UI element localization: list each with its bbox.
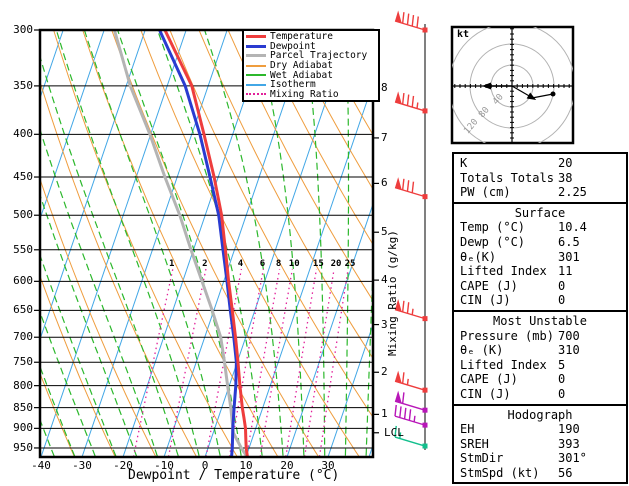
- panel-row-value: 38: [558, 170, 573, 185]
- panel-row: StmSpd (kt) 56: [454, 466, 626, 481]
- panel-row: SREH 393: [454, 437, 626, 452]
- panel-row: CAPE (J) 0: [454, 279, 626, 294]
- mixing-ratio-axis-title: Mixing Ratio (g/kg): [386, 230, 399, 356]
- legend-swatch-parcel-trajectory: [246, 54, 266, 58]
- panel-row-value: 6.5: [558, 234, 580, 249]
- legend-swatch-isotherm: [246, 83, 266, 86]
- panel-row-value: 0: [558, 372, 566, 387]
- legend-item: Mixing Ratio: [246, 90, 378, 100]
- panel-row: CAPE (J) 0: [454, 372, 626, 387]
- panel-row-value: 0: [558, 386, 566, 401]
- panel-row-value: 2.25: [558, 185, 587, 200]
- panel-row: Pressure (mb) 700: [454, 329, 626, 344]
- panel-row-label: Totals Totals: [460, 170, 554, 185]
- panel-row-value: 301: [558, 249, 580, 264]
- panel-row-value: 0: [558, 278, 566, 293]
- panel-row-label: Dewp (°C): [460, 234, 526, 249]
- panel-row-value: 393: [558, 436, 580, 451]
- panel-row-value: 5: [558, 357, 566, 372]
- legend-swatch-wet-adiabat: [246, 74, 266, 77]
- panel-row-label: CIN (J): [460, 386, 511, 401]
- panel-row: CIN (J) 0: [454, 387, 626, 402]
- panel-row-label: StmSpd (kt): [460, 465, 540, 480]
- panel-row-label: EH: [460, 422, 475, 437]
- legend: Temperature Dewpoint Parcel Trajectory Dry …: [242, 29, 380, 103]
- legend-swatch-mixing-ratio: [246, 93, 266, 96]
- panel-row-label: Lifted Index: [460, 264, 547, 279]
- panel-box-most-unstable: Most Unstable Pressure (mb) 700 θₑ (K) 310 Li…: [452, 309, 628, 406]
- panel-row-label: SREH: [460, 436, 489, 451]
- panel-row: StmDir 301°: [454, 451, 626, 466]
- legend-label: Dry Adiabat: [270, 60, 333, 72]
- panel-row-label: Lifted Index: [460, 357, 547, 372]
- legend-label: Temperature: [270, 31, 333, 43]
- panel-row-label: Pressure (mb): [460, 328, 554, 343]
- panel-row: Lifted Index 11: [454, 264, 626, 279]
- panel-row-label: StmDir: [460, 451, 504, 466]
- panel-row-label: θₑ(K): [460, 249, 497, 264]
- panel-row-value: 301°: [558, 451, 587, 466]
- panel-row-value: 20: [558, 156, 573, 170]
- panel-row: θₑ (K) 310: [454, 343, 626, 358]
- panel-row: Temp (°C) 10.4: [454, 220, 626, 235]
- legend-label: Isotherm: [270, 79, 316, 91]
- hodograph-unit-label: kt: [457, 29, 470, 40]
- legend-item: Dry Adiabat: [246, 61, 378, 71]
- panel-section-title: Hodograph: [507, 407, 573, 422]
- legend-swatch-dewpoint: [246, 44, 266, 48]
- legend-label: Mixing Ratio: [270, 88, 339, 100]
- stats-panel: K 20 Totals Totals 38 PW (cm) 2.25 Surface Temp…: [452, 152, 628, 485]
- panel-section-title: Most Unstable: [493, 313, 587, 328]
- panel-row-value: 10.4: [558, 220, 587, 235]
- panel-section-title: Surface: [514, 205, 566, 220]
- panel-row-label: Temp (°C): [460, 220, 526, 235]
- panel-row: θₑ(K) 301: [454, 250, 626, 265]
- panel-row-label: θₑ (K): [460, 343, 504, 358]
- panel-row-label: PW (cm): [460, 185, 511, 200]
- panel-box-surface: Surface Temp (°C) 10.4 Dewp (°C) 6.5 θₑ(K) 301…: [452, 201, 628, 312]
- legend-swatch-temperature: [246, 35, 266, 39]
- panel-row-label: CAPE (J): [460, 278, 518, 293]
- panel-box-indices: K 20 Totals Totals 38 PW (cm) 2.25: [452, 152, 628, 204]
- skewt-sounding-screen: hPa 57°12'N 357°12'W 54m ASL km ASL 05.0…: [0, 0, 629, 486]
- panel-box-hodograph-stats: Hodograph EH 190 SREH 393 StmDir 301° StmSpd (k…: [452, 403, 628, 485]
- panel-row-label: CAPE (J): [460, 372, 518, 387]
- panel-row: PW (cm) 2.25: [454, 185, 626, 200]
- panel-row-value: 11: [558, 264, 573, 279]
- panel-row-value: 56: [558, 465, 573, 480]
- panel-row-value: 190: [558, 422, 580, 437]
- x-axis-title: Dewpoint / Temperature (°C): [128, 468, 340, 483]
- panel-row-label: CIN (J): [460, 293, 511, 308]
- panel-row: Lifted Index 5: [454, 358, 626, 373]
- panel-row-value: 700: [558, 328, 580, 343]
- panel-row: EH 190: [454, 422, 626, 437]
- panel-row: Totals Totals 38: [454, 171, 626, 186]
- panel-row: CIN (J) 0: [454, 293, 626, 308]
- panel-row-value: 310: [558, 343, 580, 358]
- panel-row-value: 0: [558, 293, 566, 308]
- panel-row: K 20: [454, 156, 626, 171]
- panel-row: Dewp (°C) 6.5: [454, 235, 626, 250]
- panel-row-label: K: [460, 156, 468, 170]
- hodograph: 4080120: [450, 25, 575, 145]
- legend-swatch-dry-adiabat: [246, 64, 266, 67]
